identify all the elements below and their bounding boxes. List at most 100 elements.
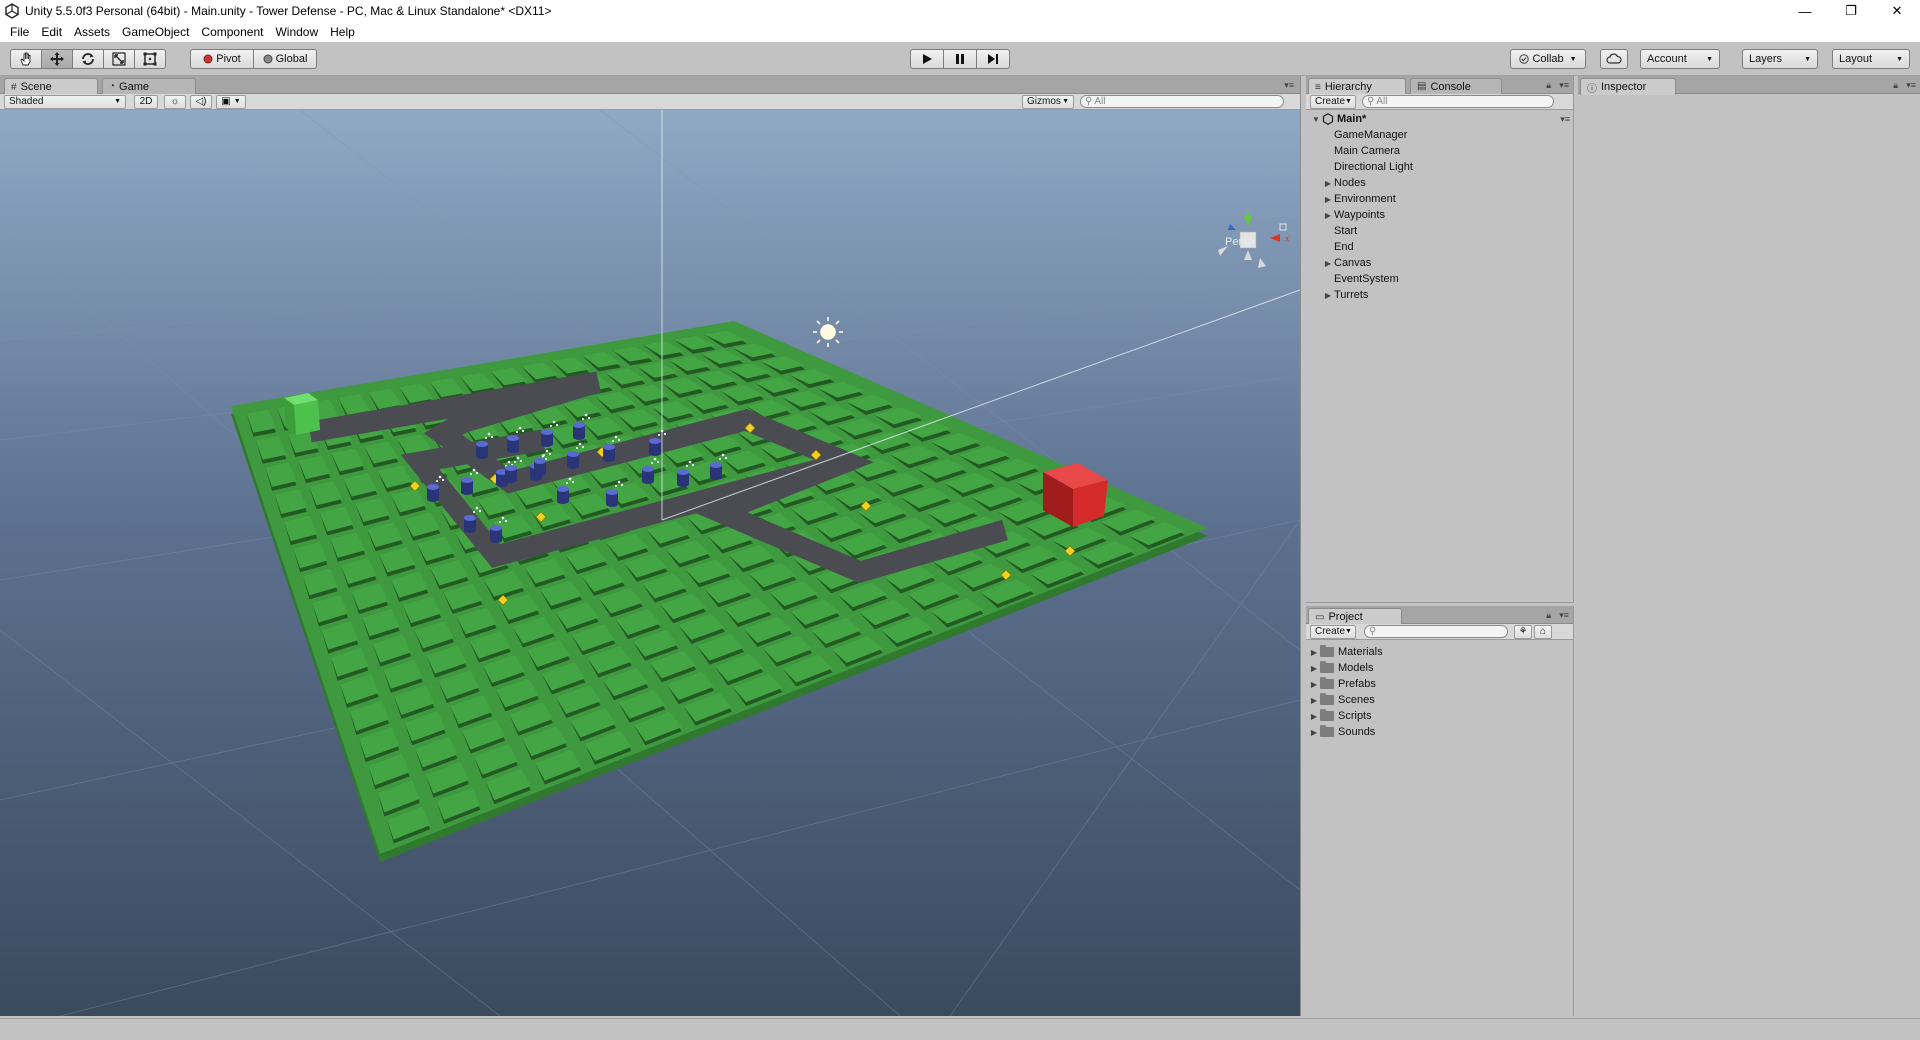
collapsed-arrow-icon[interactable]: ▶	[1322, 259, 1334, 268]
scale-tool-button[interactable]	[103, 49, 135, 69]
project-folder-label: Scenes	[1338, 694, 1375, 706]
cloud-button[interactable]	[1600, 49, 1628, 69]
menu-help[interactable]: Help	[324, 25, 361, 39]
projection-label[interactable]: Persp	[1225, 236, 1254, 248]
start-cube	[284, 393, 320, 435]
chevron-down-icon: ▼	[1345, 98, 1352, 105]
scene-viewport[interactable]: y x Persp	[0, 110, 1300, 1016]
play-button[interactable]	[910, 49, 944, 69]
project-search-input[interactable]: ⚲	[1364, 625, 1508, 638]
menu-window[interactable]: Window	[269, 25, 324, 39]
hierarchy-item[interactable]: GameManager	[1322, 127, 1407, 143]
project-folder-item[interactable]: ▶ Models	[1308, 660, 1373, 676]
maximize-button[interactable]: ❐	[1828, 0, 1874, 22]
hierarchy-item[interactable]: End	[1322, 239, 1354, 255]
collab-dropdown[interactable]: Collab ▼	[1510, 49, 1586, 69]
project-folder-item[interactable]: ▶ Prefabs	[1308, 676, 1376, 692]
project-folder-item[interactable]: ▶ Sounds	[1308, 724, 1375, 740]
tab-game[interactable]: ◔ Game	[102, 78, 196, 94]
pivot-label: Pivot	[216, 53, 241, 65]
collapsed-arrow-icon[interactable]: ▶	[1308, 712, 1320, 721]
hierarchy-item[interactable]: ▶ Canvas	[1322, 255, 1371, 271]
search-icon: ⚲	[1367, 96, 1375, 107]
expanded-arrow-icon[interactable]: ▼	[1310, 115, 1322, 124]
panel-menu-icon[interactable]: ▾≡	[1906, 80, 1916, 91]
lock-icon[interactable]: 🔒︎	[1546, 610, 1551, 621]
collapsed-arrow-icon[interactable]: ▶	[1322, 179, 1334, 188]
collapsed-arrow-icon[interactable]: ▶	[1322, 291, 1334, 300]
collapsed-arrow-icon[interactable]: ▶	[1322, 195, 1334, 204]
hierarchy-panel: ≡ Hierarchy ▤ Console 🔒︎ ▾≡ Create ▼ ⚲ Al…	[1306, 76, 1574, 602]
menu-gameobject[interactable]: GameObject	[116, 25, 195, 39]
speaker-icon: ◁)	[195, 96, 207, 107]
hierarchy-item-label: Start	[1334, 225, 1358, 237]
panel-menu-icon[interactable]: ▾≡	[1559, 610, 1569, 621]
project-folder-item[interactable]: ▶ Scenes	[1308, 692, 1375, 708]
svg-text:y: y	[1246, 207, 1250, 216]
hand-tool-button[interactable]	[10, 49, 42, 69]
minimize-button[interactable]: —	[1782, 0, 1828, 22]
effects-dropdown[interactable]: ▣ ▼	[216, 94, 246, 109]
shading-mode-dropdown[interactable]: Shaded ▼	[4, 94, 126, 109]
layout-label: Layout	[1839, 53, 1873, 65]
lock-icon[interactable]: 🔒︎	[1546, 80, 1551, 91]
project-folder-label: Sounds	[1338, 726, 1376, 738]
hierarchy-item[interactable]: Directional Light	[1322, 159, 1413, 175]
tab-inspector[interactable]: ⓘ Inspector	[1580, 78, 1676, 95]
step-button[interactable]	[976, 49, 1010, 69]
scene-search-input[interactable]: ⚲ All	[1080, 95, 1284, 108]
filter-by-label-button[interactable]: ⌂	[1534, 624, 1552, 639]
hierarchy-item[interactable]: ▶ Waypoints	[1322, 207, 1385, 223]
tab-project[interactable]: ▭ Project	[1308, 608, 1402, 625]
pause-button[interactable]	[943, 49, 977, 69]
collapsed-arrow-icon[interactable]: ▶	[1308, 664, 1320, 673]
hierarchy-item[interactable]: ▶ Environment	[1322, 191, 1396, 207]
rotate-tool-button[interactable]	[72, 49, 104, 69]
close-button[interactable]: ✕	[1874, 0, 1920, 22]
audio-toggle[interactable]: ◁)	[190, 94, 212, 109]
gizmos-dropdown[interactable]: Gizmos ▼	[1022, 94, 1074, 109]
move-tool-button[interactable]	[41, 49, 73, 69]
panel-menu-icon[interactable]: ▾≡	[1284, 80, 1294, 91]
panel-menu-icon[interactable]: ▾≡	[1559, 80, 1569, 91]
layers-dropdown[interactable]: Layers ▼	[1742, 49, 1818, 69]
account-dropdown[interactable]: Account ▼	[1640, 49, 1720, 69]
hierarchy-item[interactable]: ▶ Nodes	[1322, 175, 1366, 191]
lighting-toggle[interactable]: ☼	[164, 94, 186, 109]
project-folder-item[interactable]: ▶ Materials	[1308, 644, 1383, 660]
hierarchy-control-bar: Create ▼ ⚲ All	[1306, 94, 1573, 110]
collapsed-arrow-icon[interactable]: ▶	[1322, 211, 1334, 220]
hierarchy-item[interactable]: Start	[1322, 223, 1357, 239]
menu-edit[interactable]: Edit	[35, 25, 68, 39]
collapsed-arrow-icon[interactable]: ▶	[1308, 728, 1320, 737]
pivot-icon	[203, 54, 213, 64]
rect-tool-button[interactable]	[134, 49, 166, 69]
tab-hierarchy[interactable]: ≡ Hierarchy	[1308, 78, 1406, 95]
hierarchy-item[interactable]: Main Camera	[1322, 143, 1400, 159]
collapsed-arrow-icon[interactable]: ▶	[1308, 680, 1320, 689]
hierarchy-create-dropdown[interactable]: Create ▼	[1310, 94, 1356, 109]
collapsed-arrow-icon[interactable]: ▶	[1308, 696, 1320, 705]
project-folder-item[interactable]: ▶ Scripts	[1308, 708, 1372, 724]
scene-root-row[interactable]: ▼ Main* ▾≡	[1310, 111, 1570, 127]
layout-dropdown[interactable]: Layout ▼	[1832, 49, 1910, 69]
pivot-toggle[interactable]: Pivot	[190, 49, 254, 69]
collapsed-arrow-icon[interactable]: ▶	[1308, 648, 1320, 657]
global-toggle[interactable]: Global	[253, 49, 317, 69]
tab-console[interactable]: ▤ Console	[1410, 78, 1502, 94]
scene-render: y x	[0, 110, 1300, 1016]
scene-options-icon[interactable]: ▾≡	[1560, 114, 1570, 125]
hierarchy-search-input[interactable]: ⚲ All	[1362, 95, 1554, 108]
lock-icon[interactable]: 🔒︎	[1893, 80, 1898, 91]
hierarchy-item-label: Canvas	[1334, 257, 1372, 269]
scene-tabstrip: # Scene ◔ Game ▾≡	[0, 76, 1300, 95]
menu-assets[interactable]: Assets	[68, 25, 116, 39]
project-create-dropdown[interactable]: Create ▼	[1310, 624, 1356, 639]
mode-2d-toggle[interactable]: 2D	[134, 94, 158, 109]
hierarchy-item[interactable]: EventSystem	[1322, 271, 1399, 287]
menu-file[interactable]: File	[4, 25, 35, 39]
hierarchy-item[interactable]: ▶ Turrets	[1322, 287, 1369, 303]
filter-by-type-button[interactable]: ⚘	[1514, 624, 1532, 639]
menu-component[interactable]: Component	[195, 25, 269, 39]
tab-scene[interactable]: # Scene	[4, 78, 98, 95]
